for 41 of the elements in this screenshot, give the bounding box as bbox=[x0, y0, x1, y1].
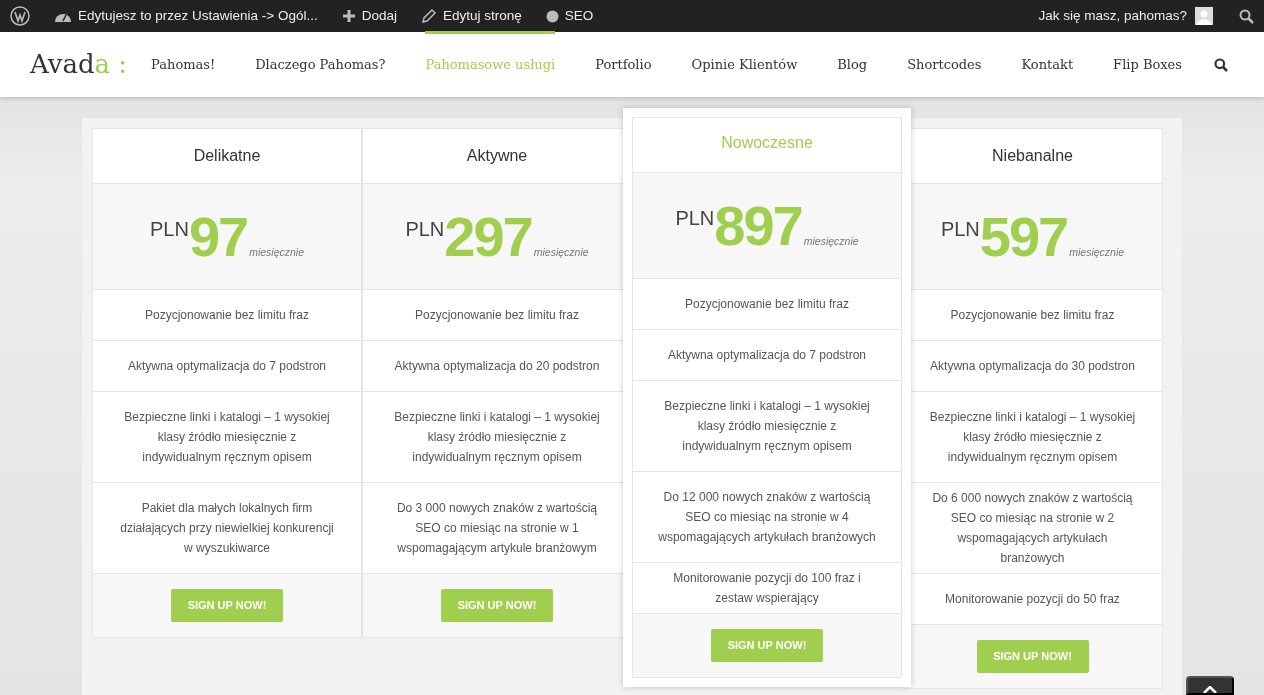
feature-text: Pozycjonowanie bez limitu fraz bbox=[93, 290, 361, 341]
search-icon[interactable] bbox=[1239, 8, 1254, 24]
price-amount: 597 bbox=[979, 208, 1068, 265]
currency-text: PLN bbox=[675, 206, 715, 231]
greeting-text[interactable]: Jak się masz, pahomas? bbox=[1038, 5, 1187, 27]
admin-bar-link[interactable]: Edytujesz to przez Ustawienia -> Ogól... bbox=[54, 5, 318, 27]
scroll-to-top-button[interactable] bbox=[1186, 676, 1234, 695]
feature-text: Do 12 000 nowych znaków z wartością SEO co miesiąc na stronie w 4 wspomagających artykułach branżowych bbox=[633, 472, 901, 563]
admin-bar-link[interactable]: Dodaj bbox=[341, 5, 397, 27]
nav-link[interactable]: Blog bbox=[837, 30, 868, 96]
period-text: miesięcznie bbox=[249, 245, 305, 261]
nav-link[interactable]: Kontakt bbox=[1021, 30, 1074, 96]
caret-up-icon bbox=[1203, 686, 1217, 693]
circle-icon bbox=[545, 9, 559, 23]
nav-link[interactable]: Flip Boxes bbox=[1113, 30, 1182, 96]
feature-text: Bezpieczne linki i katalogi – 1 wysokiej klasy źródło miesięcznie z indywidualnym ręcznym opisem bbox=[93, 392, 361, 483]
nav-link[interactable]: Opinie Klientów bbox=[691, 30, 798, 96]
nav-link[interactable]: Pahomas! bbox=[151, 30, 216, 96]
period-text: miesięcznie bbox=[533, 245, 589, 261]
price-amount: 297 bbox=[444, 208, 532, 265]
feature-text: Aktywna optymalizacja do 7 podstron bbox=[93, 341, 361, 392]
period-text: miesięcznie bbox=[803, 234, 859, 250]
period-text: miesięcznie bbox=[1069, 245, 1125, 261]
feature-text: Bezpieczne linki i katalogi – 1 wysokiej klasy źródło miesięcznie z indywidualnym ręcznym opisem bbox=[633, 381, 901, 472]
nav-link[interactable]: Shortcodes bbox=[907, 30, 982, 96]
nav-link[interactable]: Dlaczego Pahomas? bbox=[255, 30, 386, 96]
feature-text: Pozycjonowanie bez limitu fraz bbox=[633, 279, 901, 330]
nav-link[interactable]: Portfolio bbox=[595, 30, 652, 96]
price-amount: 97 bbox=[188, 208, 248, 265]
pencil-icon bbox=[421, 8, 437, 24]
logo-text[interactable]: Avada : bbox=[30, 45, 128, 84]
price-amount: 897 bbox=[714, 197, 802, 254]
currency-text: PLN bbox=[149, 217, 189, 242]
search-icon[interactable] bbox=[1214, 57, 1228, 72]
currency-text: PLN bbox=[405, 217, 445, 242]
feature-text: Aktywna optymalizacja do 7 podstron bbox=[633, 330, 901, 381]
currency-text: PLN bbox=[940, 217, 980, 242]
wordpress-logo-icon[interactable] bbox=[10, 6, 30, 26]
plus-icon bbox=[341, 9, 356, 23]
admin-bar-link[interactable]: Edytuj stronę bbox=[421, 5, 522, 27]
admin-bar-link[interactable]: SEO bbox=[545, 5, 594, 27]
